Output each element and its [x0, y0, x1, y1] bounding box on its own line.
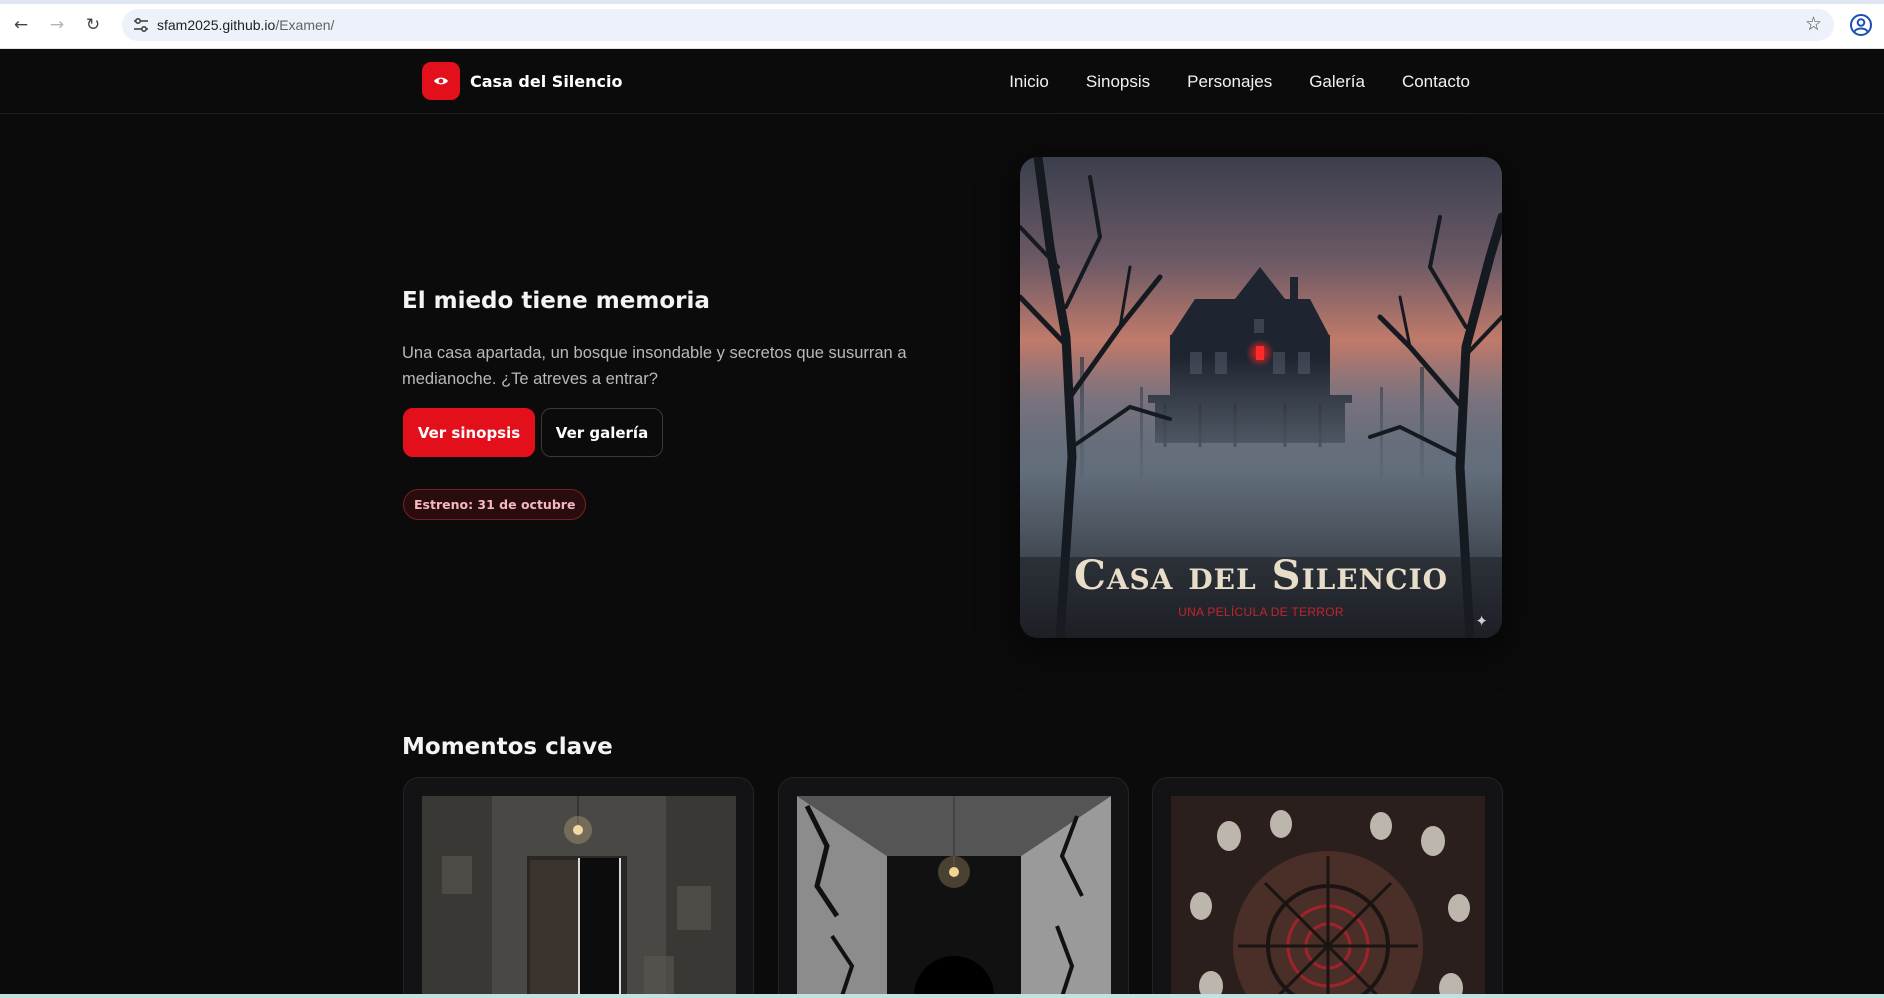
hero-title: El miedo tiene memoria: [402, 288, 710, 314]
ver-sinopsis-button[interactable]: Ver sinopsis: [403, 408, 535, 457]
url-path: /Examen/: [275, 17, 335, 33]
eye-icon: [422, 62, 460, 100]
hero-description: Una casa apartada, un bosque insondable …: [402, 344, 907, 388]
main-nav: Inicio Sinopsis Personajes Galería Conta…: [972, 72, 1470, 92]
nav-galeria[interactable]: Galería: [1309, 72, 1365, 92]
site-header: Casa del Silencio Inicio Sinopsis Person…: [0, 49, 1884, 114]
profile-icon[interactable]: [1849, 13, 1873, 37]
nav-sinopsis[interactable]: Sinopsis: [1086, 72, 1150, 92]
forward-icon[interactable]: →: [46, 14, 68, 36]
movie-poster: Casa del Silencio UNA PELÍCULA DE TERROR…: [1020, 157, 1502, 638]
nav-inicio[interactable]: Inicio: [1009, 72, 1049, 92]
ver-galeria-button[interactable]: Ver galería: [541, 408, 663, 457]
nav-personajes[interactable]: Personajes: [1187, 72, 1272, 92]
moment-card[interactable]: [403, 777, 754, 998]
bookmark-star-icon[interactable]: ☆: [1805, 13, 1822, 35]
browser-toolbar: ← → ↻ sfam2025.github.io/Examen/ ☆: [0, 0, 1884, 49]
browser-tab-strip: [0, 0, 1884, 4]
back-icon[interactable]: ←: [10, 14, 32, 36]
page-bottom-edge: [0, 994, 1884, 998]
moment-card[interactable]: [1152, 777, 1503, 998]
reload-icon[interactable]: ↻: [82, 14, 104, 36]
nav-contacto[interactable]: Contacto: [1402, 72, 1470, 92]
brand-name: Casa del Silencio: [470, 71, 623, 91]
poster-subtitle: UNA PELÍCULA DE TERROR: [1178, 605, 1344, 619]
site-settings-icon[interactable]: [132, 16, 150, 34]
sparkle-icon: ✦: [1475, 612, 1488, 630]
moment-card[interactable]: [778, 777, 1129, 998]
poster-title: Casa del Silencio: [1073, 552, 1449, 599]
url-host: sfam2025.github.io: [157, 17, 276, 33]
brand-link[interactable]: Casa del Silencio: [422, 62, 622, 100]
release-badge: Estreno: 31 de octubre: [403, 489, 587, 520]
address-bar[interactable]: sfam2025.github.io/Examen/ ☆: [122, 9, 1834, 41]
dark-corridor-icon: [797, 796, 1111, 998]
url-text[interactable]: sfam2025.github.io/Examen/: [157, 17, 334, 33]
moments-title: Momentos clave: [402, 734, 613, 760]
skull-wheel-icon: [1171, 796, 1485, 998]
hallway-door-icon: [422, 796, 736, 998]
